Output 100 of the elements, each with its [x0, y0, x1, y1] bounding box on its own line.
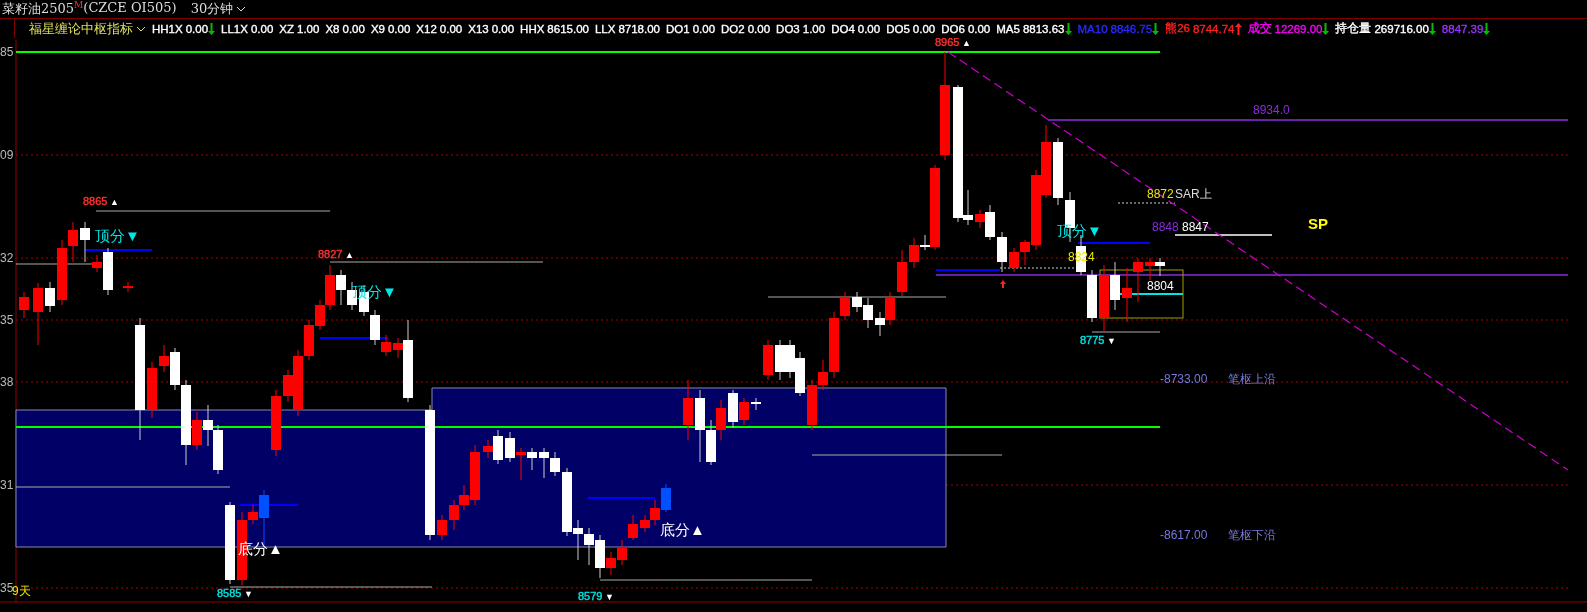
candlestick [147, 361, 157, 419]
indicator-label: X12 [416, 22, 437, 35]
level-line [239, 504, 299, 506]
indicator-value: 8744.74 [1192, 22, 1235, 35]
indicator-value: 1.00 [802, 22, 826, 35]
indicator-value: 8718.00 [618, 22, 660, 35]
indicator-value: 269716.00 [1374, 22, 1429, 35]
indicator-label: XZ [279, 22, 295, 35]
chart-annotation: 8804 [1147, 279, 1174, 293]
candlestick [795, 351, 805, 397]
candlestick [550, 451, 560, 477]
chart-annotation: 顶分▼ [1057, 222, 1102, 239]
fractal-marker-icon: ▲ [110, 197, 119, 207]
candlestick [1133, 257, 1143, 303]
candlestick [997, 231, 1007, 273]
candlestick [739, 397, 749, 426]
indicator-label: MA10 [1077, 22, 1108, 35]
candlestick [728, 389, 738, 429]
candlestick [516, 447, 526, 481]
price-label: 8775 [1080, 334, 1105, 346]
candlestick [19, 291, 29, 319]
candlestick [539, 447, 549, 479]
indicator-value: 8813.63 [1022, 22, 1065, 35]
indicator-label: 持仓量 [1335, 21, 1372, 36]
chart-annotation: 底分▲ [660, 521, 705, 538]
indicator-dropdown[interactable]: 福星缠论中枢指标 [29, 19, 146, 38]
candlestick [527, 447, 537, 471]
candlestick [785, 339, 795, 379]
axis-label: 35 [0, 313, 14, 327]
fractal-marker-icon: ▼ [244, 589, 253, 599]
indicator-label: DO1 [666, 22, 690, 35]
indicator-label: MA5 [996, 22, 1020, 35]
indicator-value: 0.00 [912, 22, 936, 35]
chevron-down-icon [136, 25, 146, 32]
candlestick [1155, 257, 1165, 277]
candlestick [1122, 267, 1132, 323]
indicator-value: 0.00 [857, 22, 881, 35]
up-arrow-icon [1000, 280, 1006, 288]
candlestick [584, 527, 594, 566]
indicator-label: LLX [594, 22, 616, 35]
candlestick [1145, 257, 1155, 281]
chart-annotation: 笔枢下沿 [1228, 528, 1276, 542]
price-label: 8827 [318, 248, 343, 260]
indicator-value: 8846.75 [1110, 22, 1153, 35]
candlestick [775, 339, 785, 381]
candlestick [875, 311, 885, 337]
indicator-label: X13 [468, 22, 489, 35]
candlestick [271, 389, 281, 457]
axis-label: 85 [0, 45, 14, 59]
level-line [1117, 202, 1176, 204]
candlestick [505, 431, 515, 463]
level-line [84, 249, 153, 251]
indicator-label: X8 [325, 22, 340, 35]
candlestick [885, 291, 895, 326]
axis-label: 09 [0, 148, 14, 162]
candlestick [33, 282, 43, 346]
contract-code: (CZCE OI505) [83, 0, 177, 15]
axis-label: 35 [0, 581, 14, 595]
candlestick [1087, 269, 1097, 323]
candlestick [716, 399, 726, 441]
indicator-value: 0.00 [747, 22, 771, 35]
chart-annotation: 8848 [1152, 220, 1179, 234]
level-line [319, 337, 389, 339]
chart-annotation: 9天 [12, 584, 31, 598]
chevron-down-icon [236, 6, 247, 12]
chart-annotation: 8934.0 [1253, 103, 1290, 117]
candlestick [336, 269, 346, 306]
indicator-label: DO3 [776, 22, 800, 35]
indicator-value: 0.00 [439, 22, 463, 35]
chart-annotation: -8733.00 [1160, 372, 1208, 386]
indicator-value: 0.00 [967, 22, 991, 35]
candlestick [628, 514, 638, 541]
candlestick [661, 483, 671, 513]
indicator-value: 0.00 [342, 22, 365, 35]
period-dropdown[interactable]: 30分钟 [190, 0, 247, 18]
chart-annotation: SAR上 [1175, 187, 1212, 201]
candlestick [80, 221, 90, 263]
indicator-value: 0.00 [185, 22, 209, 35]
indicator-label: HHX [520, 22, 545, 35]
fractal-marker-icon: ▼ [605, 592, 614, 602]
indicator-label: X9 [370, 22, 385, 35]
candlestick [1053, 137, 1063, 206]
indicator-value: 1.00 [297, 22, 320, 35]
fractal-marker-icon: ▼ [1107, 336, 1116, 346]
axis-label: 31 [0, 478, 14, 492]
candlestick [45, 281, 55, 313]
indicator-value: 0.00 [387, 22, 411, 35]
price-label: 8579 [578, 590, 603, 602]
indicator-value: 0.00 [692, 22, 716, 35]
indicator-value: 0.00 [250, 22, 274, 35]
candlestick [683, 379, 693, 441]
candlestick [437, 514, 447, 541]
chart-annotation: 笔枢上沿 [1228, 372, 1276, 386]
fractal-marker-icon: ▲ [345, 250, 354, 260]
candlestick [1110, 261, 1120, 311]
indicator-value: 0.00 [491, 22, 515, 35]
indicator-label: DO5 [886, 22, 910, 35]
candlestick [1099, 264, 1109, 333]
level-line [1091, 331, 1161, 333]
indicator-label: LL1X [221, 22, 248, 35]
